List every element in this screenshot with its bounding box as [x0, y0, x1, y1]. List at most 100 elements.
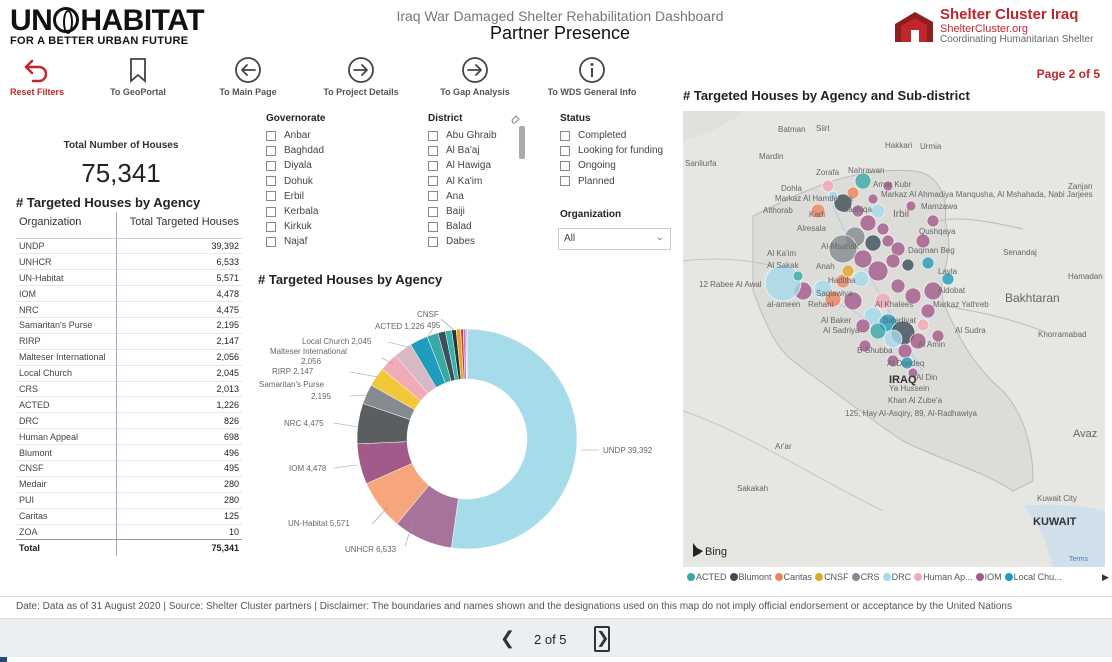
legend-item[interactable]: Blumont	[729, 572, 772, 582]
table-row[interactable]: Human Appeal 698	[16, 428, 242, 445]
checkbox[interactable]	[266, 221, 276, 232]
checkbox[interactable]	[428, 206, 438, 217]
map-bubble[interactable]	[869, 322, 887, 340]
checkbox[interactable]	[560, 145, 570, 156]
map-bubble[interactable]	[867, 260, 889, 282]
table-row[interactable]: DRC 826	[16, 412, 242, 429]
checkbox[interactable]	[560, 160, 570, 171]
checkbox[interactable]	[560, 130, 570, 141]
column-header-total[interactable]: Total Targeted Houses	[116, 212, 242, 239]
map-bubble[interactable]	[821, 179, 835, 193]
district-option[interactable]: Abu Ghraib	[428, 128, 518, 143]
checkbox[interactable]	[428, 176, 438, 187]
checkbox[interactable]	[428, 221, 438, 232]
checkbox[interactable]	[266, 176, 276, 187]
donut-slice[interactable]	[450, 328, 578, 550]
reset-filters-button[interactable]: Reset Filters	[0, 56, 92, 100]
table-row[interactable]: CNSF 495	[16, 459, 242, 477]
governorate-option[interactable]: Kirkuk	[266, 219, 416, 234]
wds-info-button[interactable]: To WDS General Info	[537, 56, 647, 100]
map-bubble[interactable]	[853, 249, 873, 269]
checkbox[interactable]	[428, 145, 438, 156]
map-bubble[interactable]	[890, 278, 906, 294]
map-bubble[interactable]	[897, 343, 913, 359]
column-header-organization[interactable]: Organization	[16, 212, 117, 239]
map-bubble[interactable]	[859, 214, 877, 232]
table-row[interactable]: Samaritan's Purse 2,195	[16, 316, 242, 334]
district-option[interactable]: Dabes	[428, 234, 518, 249]
table-row[interactable]: NRC 4,475	[16, 301, 242, 318]
map-bubble[interactable]	[885, 253, 901, 269]
table-row[interactable]: Blumont 496	[16, 444, 242, 461]
governorate-option[interactable]: Dohuk	[266, 174, 416, 189]
checkbox[interactable]	[560, 176, 570, 187]
district-option[interactable]: Baiji	[428, 204, 518, 219]
table-row[interactable]: UN-Habitat 5,571	[16, 269, 242, 286]
status-option[interactable]: Ongoing	[560, 158, 675, 173]
table-row[interactable]: ACTED 1,226	[16, 396, 242, 413]
checkbox[interactable]	[266, 206, 276, 217]
checkbox[interactable]	[428, 130, 438, 141]
map-bubble[interactable]	[864, 234, 882, 252]
table-row[interactable]: Medair 280	[16, 475, 242, 493]
table-row[interactable]: Caritas 125	[16, 507, 242, 525]
governorate-option[interactable]: Diyala	[266, 158, 416, 173]
legend-item[interactable]: Human Ap...	[914, 572, 973, 582]
next-page-button[interactable]: ❯	[594, 626, 610, 652]
legend-item[interactable]: IOM	[975, 572, 1002, 582]
district-option[interactable]: Al Ba'aj	[428, 143, 518, 158]
table-row[interactable]: ZOA 10	[16, 523, 242, 540]
district-scrollbar[interactable]	[519, 126, 525, 159]
table-row[interactable]: Malteser International 2,056	[16, 348, 242, 366]
legend-item[interactable]: CRS	[851, 572, 880, 582]
table-row[interactable]: UNHCR 6,533	[16, 253, 242, 270]
previous-page-button[interactable]: ❮	[500, 628, 515, 649]
district-option[interactable]: Al Hawiga	[428, 158, 518, 173]
district-option[interactable]: Ana	[428, 189, 518, 204]
legend-item[interactable]: CNSF	[815, 572, 849, 582]
legend-item[interactable]: Local Chu...	[1004, 572, 1062, 582]
clear-selection-icon[interactable]	[510, 113, 521, 124]
checkbox[interactable]	[428, 160, 438, 171]
map-bubble[interactable]	[926, 214, 940, 228]
project-details-button[interactable]: To Project Details	[306, 56, 416, 100]
table-row[interactable]: Local Church 2,045	[16, 364, 242, 382]
legend-next-icon[interactable]: ▶	[1102, 572, 1109, 583]
legend-item[interactable]: DRC	[882, 572, 911, 582]
table-row[interactable]: PUI 280	[16, 491, 242, 509]
main-page-button[interactable]: To Main Page	[193, 56, 303, 100]
table-row[interactable]: CRS 2,013	[16, 380, 242, 397]
governorate-option[interactable]: Anbar	[266, 128, 416, 143]
legend-item[interactable]: Caritas	[774, 572, 812, 582]
map-bubble[interactable]	[870, 203, 886, 219]
checkbox[interactable]	[428, 191, 438, 202]
map-bubble[interactable]	[921, 256, 935, 270]
status-option[interactable]: Looking for funding	[560, 143, 675, 158]
checkbox[interactable]	[266, 145, 276, 156]
map-bubble[interactable]	[916, 318, 930, 332]
map-bubble[interactable]	[867, 193, 879, 205]
table-row[interactable]: RIRP 2,147	[16, 332, 242, 350]
checkbox[interactable]	[266, 191, 276, 202]
checkbox[interactable]	[266, 236, 276, 247]
table-row[interactable]: IOM 4,478	[16, 285, 242, 302]
district-option[interactable]: Balad	[428, 219, 518, 234]
governorate-option[interactable]: Baghdad	[266, 143, 416, 158]
organization-dropdown[interactable]: All ⌄	[558, 228, 671, 250]
map-view[interactable]: Batman Siirt Hakkari Urmia Mardin Zorafa…	[683, 111, 1105, 567]
governorate-option[interactable]: Najaf	[266, 234, 416, 249]
map-bubble[interactable]	[901, 258, 915, 272]
map-bubble[interactable]	[792, 270, 804, 282]
status-option[interactable]: Planned	[560, 174, 675, 189]
table-row[interactable]: UNDP 39,392	[16, 237, 242, 254]
checkbox[interactable]	[266, 160, 276, 171]
governorate-option[interactable]: Erbil	[266, 189, 416, 204]
district-option[interactable]: Al Ka'im	[428, 174, 518, 189]
geoportal-button[interactable]: To GeoPortal	[83, 56, 193, 100]
legend-item[interactable]: ACTED	[687, 572, 727, 582]
map-bubble[interactable]	[764, 264, 802, 302]
checkbox[interactable]	[266, 130, 276, 141]
checkbox[interactable]	[428, 236, 438, 247]
status-option[interactable]: Completed	[560, 128, 675, 143]
terms-link[interactable]: Terms	[1069, 556, 1089, 563]
